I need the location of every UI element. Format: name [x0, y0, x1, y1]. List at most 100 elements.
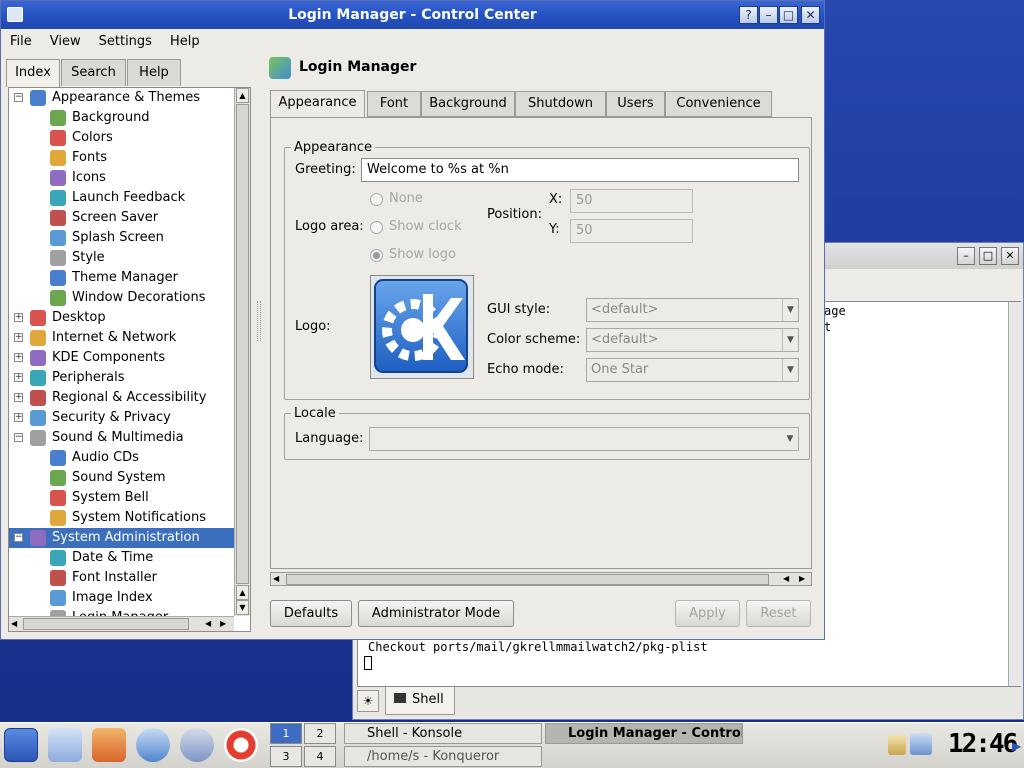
scroll-up-icon[interactable]: ▲ [236, 88, 249, 103]
tree-item[interactable]: Login Manager [9, 608, 234, 616]
gui-style-select[interactable]: <default> ▼ [586, 298, 799, 322]
tab-background[interactable]: Background [421, 91, 515, 117]
control-center-window[interactable]: Login Manager - Control Center ? – □ ✕ F… [0, 0, 825, 640]
splitter-handle[interactable] [257, 301, 261, 341]
tree-item[interactable]: Splash Screen [9, 228, 234, 248]
reset-button[interactable]: Reset [746, 600, 811, 627]
tab-shutdown[interactable]: Shutdown [515, 91, 606, 117]
help-icon[interactable] [224, 728, 258, 762]
tree-item[interactable]: Launch Feedback [9, 188, 234, 208]
scroll-left-icon[interactable]: ◀ [205, 618, 215, 630]
expand-icon[interactable]: + [14, 313, 23, 322]
radio-show-clock[interactable] [370, 221, 383, 234]
tree-vscrollbar[interactable]: ▲ ▲ ▼ [234, 88, 250, 616]
tree-item[interactable]: Audio CDs [9, 448, 234, 468]
task-control-center[interactable]: Login Manager - Control Center [545, 723, 743, 744]
tree-item[interactable]: − Appearance & Themes [9, 88, 234, 108]
tree-item[interactable]: Colors [9, 128, 234, 148]
desktop-icon[interactable] [48, 728, 82, 762]
tab-users[interactable]: Users [606, 91, 665, 117]
echo-mode-select[interactable]: One Star ▼ [586, 358, 799, 382]
maximize-icon[interactable]: □ [779, 6, 798, 24]
close-icon[interactable]: ✕ [1001, 247, 1019, 265]
menu-view[interactable]: View [41, 34, 90, 49]
radio-show-logo[interactable] [370, 249, 383, 262]
expand-icon[interactable]: + [14, 333, 23, 342]
tab-index[interactable]: Index [6, 59, 60, 87]
tree-item[interactable]: + Internet & Network [9, 328, 234, 348]
tree-scroll-thumb[interactable] [236, 104, 249, 584]
pager-desktop-2[interactable]: 2 [304, 723, 336, 744]
tree-item[interactable]: Date & Time [9, 548, 234, 568]
minimize-icon[interactable]: – [759, 6, 778, 24]
pane-hscrollbar[interactable]: ◀ ◀ ▶ [270, 572, 812, 586]
tree-item[interactable]: + Regional & Accessibility [9, 388, 234, 408]
tree-item[interactable]: Icons [9, 168, 234, 188]
new-session-icon[interactable]: ☀ [357, 690, 379, 712]
tab-convenience[interactable]: Convenience [665, 91, 772, 117]
collapse-icon[interactable]: − [14, 533, 23, 542]
radio-none[interactable] [370, 193, 383, 206]
kwallet-icon[interactable] [910, 733, 932, 755]
collapse-icon[interactable]: − [14, 433, 23, 442]
tree-hscroll-thumb[interactable] [23, 618, 189, 630]
scroll-left-icon[interactable]: ◀ [11, 618, 21, 630]
scroll-right-icon[interactable]: ▶ [220, 618, 230, 630]
pager-desktop-1[interactable]: 1 [270, 723, 302, 744]
tab-help[interactable]: Help [127, 59, 181, 86]
tree-item[interactable]: Fonts [9, 148, 234, 168]
tree-item[interactable]: + KDE Components [9, 348, 234, 368]
y-input[interactable]: 50 [570, 219, 693, 243]
expand-icon[interactable]: + [14, 373, 23, 382]
terminal-scrollbar[interactable] [1008, 302, 1022, 686]
tree-item[interactable]: + Desktop [9, 308, 234, 328]
minimize-icon[interactable]: – [957, 247, 975, 265]
close-icon[interactable]: ✕ [801, 6, 820, 24]
help-icon[interactable]: ? [739, 6, 758, 24]
scroll-down-icon[interactable]: ▼ [236, 600, 249, 615]
expand-icon[interactable]: + [14, 413, 23, 422]
klipper-icon[interactable] [888, 735, 906, 755]
logo-button[interactable] [370, 275, 474, 379]
tree-item[interactable]: − Sound & Multimedia [9, 428, 234, 448]
tree-item[interactable]: + Security & Privacy [9, 408, 234, 428]
panel-hide-icon[interactable]: ▶ [1012, 739, 1021, 753]
module-tree[interactable]: − Appearance & Themes Background Colors Font… [8, 87, 251, 632]
tree-item[interactable]: − System Administration [9, 528, 234, 548]
tree-item[interactable]: Theme Manager [9, 268, 234, 288]
pager-desktop-3[interactable]: 3 [270, 746, 302, 767]
tree-item[interactable]: Screen Saver [9, 208, 234, 228]
tree-item[interactable]: System Notifications [9, 508, 234, 528]
tree-item[interactable]: + Peripherals [9, 368, 234, 388]
expand-icon[interactable]: + [14, 393, 23, 402]
tree-item[interactable]: Image Index [9, 588, 234, 608]
greeting-input[interactable]: Welcome to %s at %n [361, 158, 799, 182]
collapse-icon[interactable]: − [14, 93, 23, 102]
x-input[interactable]: 50 [570, 189, 693, 213]
tree-item[interactable]: Background [9, 108, 234, 128]
scroll-right-icon[interactable]: ▶ [799, 573, 805, 585]
maximize-icon[interactable]: □ [979, 247, 997, 265]
task-konqueror[interactable]: /home/s - Konqueror [344, 746, 542, 767]
browser-icon[interactable] [136, 728, 170, 762]
tab-appearance[interactable]: Appearance [270, 90, 365, 117]
tree-hscrollbar[interactable]: ◀ ◀ ▶ [9, 616, 234, 631]
language-select[interactable]: ▼ [369, 427, 799, 451]
tree-item[interactable]: Window Decorations [9, 288, 234, 308]
tree-item[interactable]: System Bell [9, 488, 234, 508]
menu-settings[interactable]: Settings [90, 34, 161, 49]
scroll-up-icon[interactable]: ▲ [236, 585, 249, 600]
expand-icon[interactable]: + [14, 353, 23, 362]
scroll-left-icon[interactable]: ◀ [273, 573, 279, 585]
pager-desktop-4[interactable]: 4 [304, 746, 336, 767]
window-titlebar[interactable]: Login Manager - Control Center ? – □ ✕ [1, 1, 824, 29]
apply-button[interactable]: Apply [675, 600, 740, 627]
home-icon[interactable] [92, 728, 126, 762]
administrator-mode-button[interactable]: Administrator Mode [358, 600, 514, 627]
pane-hscroll-thumb[interactable] [286, 574, 769, 585]
tree-item[interactable]: Font Installer [9, 568, 234, 588]
control-center-icon[interactable] [180, 728, 214, 762]
kde-menu-icon[interactable] [4, 728, 38, 762]
tree-item[interactable]: Style [9, 248, 234, 268]
tree-item[interactable]: Sound System [9, 468, 234, 488]
